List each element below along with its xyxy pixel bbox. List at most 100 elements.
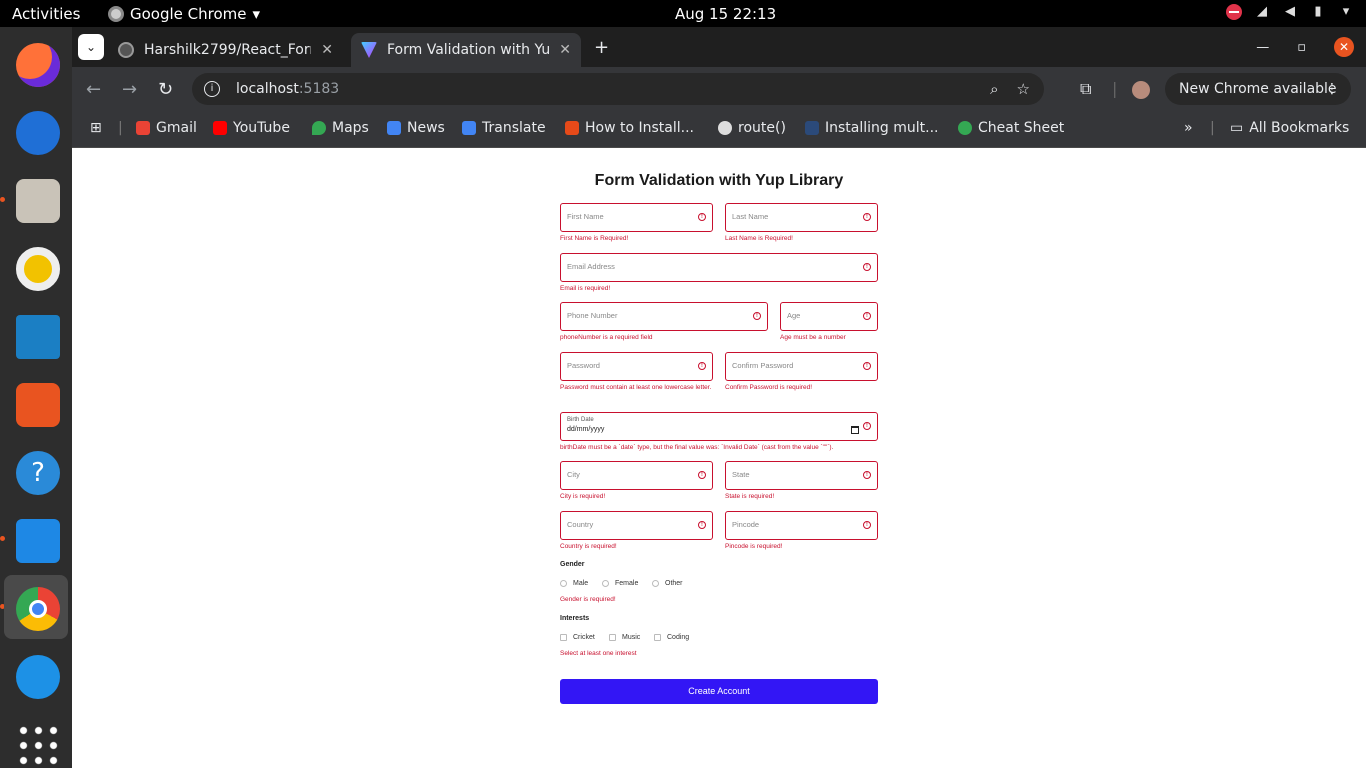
radio-button[interactable] bbox=[602, 580, 609, 587]
option-label: Other bbox=[665, 580, 683, 587]
checkbox[interactable] bbox=[654, 634, 661, 641]
news-icon bbox=[387, 121, 401, 135]
dock-help[interactable]: ? bbox=[4, 439, 68, 503]
error-icon: ! bbox=[698, 362, 706, 370]
kebab-menu-icon[interactable]: ⋮ bbox=[1325, 73, 1339, 105]
forward-icon[interactable]: → bbox=[122, 79, 137, 100]
maps-icon bbox=[312, 121, 326, 135]
apps-grid-icon[interactable]: ⊞ bbox=[90, 120, 102, 136]
bookmark-how-to-install[interactable]: How to Install... bbox=[565, 120, 694, 136]
bookmark-label: Installing mult... bbox=[825, 120, 939, 136]
app-center-icon bbox=[16, 383, 60, 427]
close-window-icon[interactable]: ✕ bbox=[1334, 37, 1354, 57]
interest-option-music[interactable]: Music bbox=[609, 634, 640, 641]
email-input[interactable]: Email Address! bbox=[560, 253, 878, 282]
dock-writer[interactable] bbox=[4, 303, 68, 367]
profile-avatar[interactable] bbox=[1132, 81, 1150, 99]
bookmark-gmail[interactable]: Gmail bbox=[136, 120, 197, 136]
gender-option-other[interactable]: Other bbox=[652, 580, 683, 587]
address-bar[interactable]: i localhost:5183 ⌕ ☆ bbox=[192, 73, 1044, 105]
tab-form-validation[interactable]: Form Validation with Yup ✕ bbox=[351, 33, 581, 67]
checkbox[interactable] bbox=[609, 634, 616, 641]
translate-icon bbox=[462, 121, 476, 135]
option-label: Music bbox=[622, 634, 641, 641]
back-icon[interactable]: ← bbox=[86, 79, 101, 100]
toolbar-divider: | bbox=[1112, 79, 1118, 98]
dock-rhythmbox[interactable] bbox=[4, 235, 68, 299]
error-icon: ! bbox=[863, 422, 871, 430]
bookmark-route[interactable]: route() bbox=[718, 120, 786, 136]
all-bookmarks-button[interactable]: ▭ All Bookmarks bbox=[1230, 120, 1349, 136]
calendar-icon[interactable] bbox=[851, 426, 859, 434]
tab-search-button[interactable]: ⌄ bbox=[78, 34, 104, 60]
radio-button[interactable] bbox=[652, 580, 659, 587]
thunderbird-icon bbox=[16, 111, 60, 155]
chrome-icon bbox=[108, 6, 124, 22]
placeholder: Password bbox=[567, 361, 600, 370]
extensions-icon[interactable]: ⧉ bbox=[1080, 79, 1091, 99]
dock-chrome[interactable] bbox=[4, 575, 68, 639]
confirm-password-input[interactable]: Confirm Password! bbox=[725, 352, 878, 381]
checkbox[interactable] bbox=[560, 634, 567, 641]
placeholder: Last Name bbox=[732, 212, 769, 221]
close-icon[interactable]: ✕ bbox=[321, 42, 333, 58]
clock[interactable]: Aug 15 22:13 bbox=[675, 5, 776, 23]
phone-number-input[interactable]: Phone Number! bbox=[560, 302, 768, 331]
birth-date-label: Birth Date bbox=[567, 417, 594, 423]
interest-option-cricket[interactable]: Cricket bbox=[560, 634, 595, 641]
gender-option-male[interactable]: Male bbox=[560, 580, 588, 587]
activities-button[interactable]: Activities bbox=[12, 5, 80, 23]
dock-files[interactable] bbox=[4, 167, 68, 231]
reload-icon[interactable]: ↻ bbox=[158, 79, 173, 100]
password-input[interactable]: Password! bbox=[560, 352, 713, 381]
window-controls: — ▫ ✕ bbox=[1256, 37, 1354, 57]
option-label: Male bbox=[573, 580, 589, 587]
dock-thunderbird[interactable] bbox=[4, 99, 68, 163]
dock-show-apps[interactable] bbox=[4, 711, 68, 775]
dock-vscode[interactable] bbox=[4, 507, 68, 571]
first-name-input[interactable]: First Name! bbox=[560, 203, 713, 232]
bookmark-cheat-sheet[interactable]: Cheat Sheet bbox=[958, 120, 1064, 136]
new-chrome-available-button[interactable]: New Chrome available ⋮ bbox=[1165, 73, 1351, 105]
create-account-button[interactable]: Create Account bbox=[560, 679, 878, 704]
radio-button[interactable] bbox=[560, 580, 567, 587]
site-info-icon[interactable]: i bbox=[204, 81, 220, 97]
bookmark-installing-mult[interactable]: Installing mult... bbox=[805, 120, 938, 136]
bookmark-label: Gmail bbox=[156, 120, 197, 136]
minimize-icon[interactable]: — bbox=[1256, 40, 1269, 55]
dock-docker[interactable] bbox=[4, 643, 68, 707]
confirm-password-error: Confirm Password is required! bbox=[725, 384, 813, 391]
dock-app-center[interactable] bbox=[4, 371, 68, 435]
placeholder: Age bbox=[787, 311, 801, 320]
close-icon[interactable]: ✕ bbox=[559, 42, 571, 58]
system-tray[interactable]: ◢ ◀ ▮ ▾ bbox=[1226, 4, 1354, 20]
tab-github[interactable]: Harshilk2799/React_Form ✕ bbox=[108, 33, 343, 67]
last-name-input[interactable]: Last Name! bbox=[725, 203, 878, 232]
app-menu[interactable]: Google Chrome ▾ bbox=[108, 5, 260, 23]
age-input[interactable]: Age! bbox=[780, 302, 878, 331]
bookmark-star-icon[interactable]: ☆ bbox=[1017, 80, 1030, 98]
bookmark-label: How to Install... bbox=[585, 120, 694, 136]
pincode-error: Pincode is required! bbox=[725, 543, 783, 550]
dock-firefox[interactable] bbox=[4, 31, 68, 95]
error-icon: ! bbox=[753, 312, 761, 320]
option-label: Cricket bbox=[573, 634, 595, 641]
gender-option-female[interactable]: Female bbox=[602, 580, 638, 587]
maximize-icon[interactable]: ▫ bbox=[1297, 40, 1306, 55]
country-input[interactable]: Country! bbox=[560, 511, 713, 540]
bookmark-translate[interactable]: Translate bbox=[462, 120, 546, 136]
city-input[interactable]: City! bbox=[560, 461, 713, 490]
bookmark-news[interactable]: News bbox=[387, 120, 445, 136]
new-tab-button[interactable]: + bbox=[594, 37, 609, 58]
zoom-icon[interactable]: ⌕ bbox=[990, 80, 998, 98]
pincode-input[interactable]: Pincode! bbox=[725, 511, 878, 540]
tds-icon bbox=[805, 121, 819, 135]
birth-date-input[interactable]: Birth Date dd/mm/yyyy ! bbox=[560, 412, 878, 441]
volume-icon: ◀ bbox=[1285, 4, 1295, 19]
state-input[interactable]: State! bbox=[725, 461, 878, 490]
bookmark-maps[interactable]: Maps bbox=[312, 120, 369, 136]
dock: ? bbox=[0, 27, 72, 768]
bookmark-youtube[interactable]: YouTube bbox=[213, 120, 290, 136]
more-bookmarks-icon[interactable]: » bbox=[1184, 120, 1193, 136]
interest-option-coding[interactable]: Coding bbox=[654, 634, 689, 641]
